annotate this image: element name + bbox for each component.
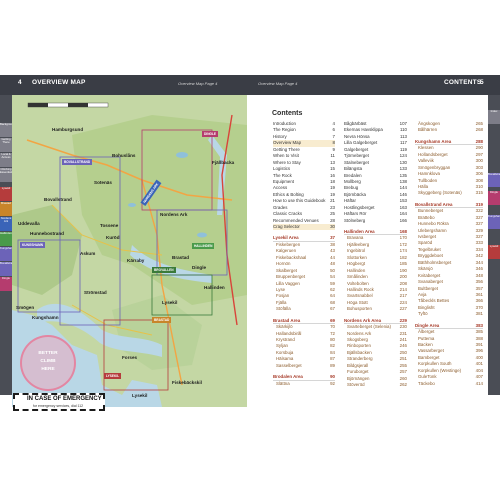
emergency-box: IN CASE OF EMERGENCY for emergency servi… (13, 393, 105, 411)
left-page-subtitle: Overview Map Page 4 (178, 81, 218, 86)
stamp-line: BETTER (38, 351, 58, 356)
area-label-bovallstrand: BOVALLSTRAND (62, 159, 93, 165)
emergency-title: IN CASE OF EMERGENCY (27, 396, 102, 402)
contents-title: Contents (272, 110, 303, 117)
side-tab: Getting There (0, 138, 12, 152)
contents-entry[interactable]: Slättna 92 (273, 381, 335, 387)
side-tab: Dingle (0, 277, 12, 291)
place-label: Lysekil (162, 300, 178, 305)
side-tab: Kungshamn (488, 215, 500, 229)
right-page-number: 5 (480, 79, 484, 86)
side-tab: Lysekil (488, 245, 500, 259)
right-page-title: CONTENTS (444, 79, 482, 86)
place-label: Nordens Ark (160, 212, 188, 217)
stamp-line: HERE (41, 367, 55, 372)
entry-page: 262 (399, 382, 407, 388)
side-tab: Dingle (488, 191, 500, 205)
place-label: Uddevalla (18, 221, 40, 226)
side-tab: Nordens Ark (0, 217, 12, 231)
place-label: Kärraby (127, 258, 145, 263)
side-tab: Bovallstrand (488, 173, 500, 187)
area-label-dingle: DINGLE (202, 131, 219, 137)
place-label: Kungshamn (32, 315, 59, 320)
place-label: Bovallstrand (44, 197, 72, 202)
right-header-band: Overview Map Page 4 CONTENTS 5 (250, 75, 500, 95)
place-label: Forses (122, 355, 138, 360)
place-label: Brastad (172, 255, 190, 260)
area-label-brovallen: BROVALLEN (152, 267, 176, 273)
entry-title: Stöveröd (347, 382, 365, 388)
side-tab: Background (0, 123, 12, 137)
side-tab: Lysekil (0, 187, 12, 201)
contents-column-1: Introduction 4 The Region 6 History 7 Overview… (273, 121, 335, 387)
contents-entry[interactable]: Täckebo 414 (415, 381, 483, 387)
emergency-subtitle: for emergency services, dial 112 (33, 404, 84, 408)
entry-page: 414 (475, 380, 483, 386)
place-label: Dingle (192, 265, 207, 270)
contents-column-3: Ängskogen 265 Bålhärren 268 Kungshamn Area 28… (415, 121, 483, 387)
right-page-subtitle: Overview Map Page 4 (258, 81, 298, 86)
place-label: Fjällbacka (212, 160, 235, 165)
area-label-brastad: BRASTAD (152, 317, 172, 323)
area-label-hallinden: HALLINDEN (192, 243, 215, 249)
right-side-tabs: Bovallstrand Dingle Kungshamn Lysekil Index (488, 95, 500, 395)
place-label: Sotenäs (94, 180, 112, 185)
left-page-number: 4 (18, 79, 22, 86)
contents-entry[interactable]: Stöveröd 262 (344, 382, 407, 388)
place-label: Lysekil (132, 393, 148, 398)
entry-title: Slättna (276, 380, 290, 386)
place-label: Hamburgsund (52, 127, 84, 132)
place-label: Hallinden (204, 285, 225, 290)
contents-column-2: Bågbärbäst 107 Ekernas Havsklippa 110 Nevra … (344, 121, 407, 389)
area-label-kungshamn: KUNGSHAMN (20, 242, 46, 248)
stamp-line: CLIMB (40, 359, 56, 364)
left-page-title: OVERVIEW MAP (32, 79, 86, 86)
left-header-band: 4 OVERVIEW MAP Overview Map Page 4 (0, 75, 250, 95)
place-label: Tossene (100, 223, 119, 228)
better-climb-here-stamp: BETTER CLIMB HERE (20, 335, 76, 391)
place-label: Strömstad (84, 290, 107, 295)
side-tab: Hallinden (0, 232, 12, 246)
entry-page: 92 (330, 380, 335, 386)
side-tab: Brastad (0, 202, 12, 216)
area-label-lysekil: LYSEKIL (104, 373, 122, 379)
place-label: Hunnebostrand (30, 231, 64, 236)
place-label: Kuröd (106, 235, 120, 240)
side-tab: Climbing Essentials (0, 168, 12, 182)
place-label: Smögen (16, 305, 35, 310)
place-label: Fiskebäckskil (172, 380, 202, 385)
entry-title: Täckebo (418, 380, 435, 386)
side-tab: Local & Access (0, 153, 12, 167)
side-tab: Index (488, 110, 500, 124)
place-label: Askum (80, 251, 96, 256)
side-tab: Bovallstrand (0, 262, 12, 276)
left-side-tabs: BackgroundGetting ThereLocal & AccessCli… (0, 95, 12, 395)
place-label: Bohuslåns (112, 153, 136, 158)
side-tab: Kungshamn (0, 247, 12, 261)
